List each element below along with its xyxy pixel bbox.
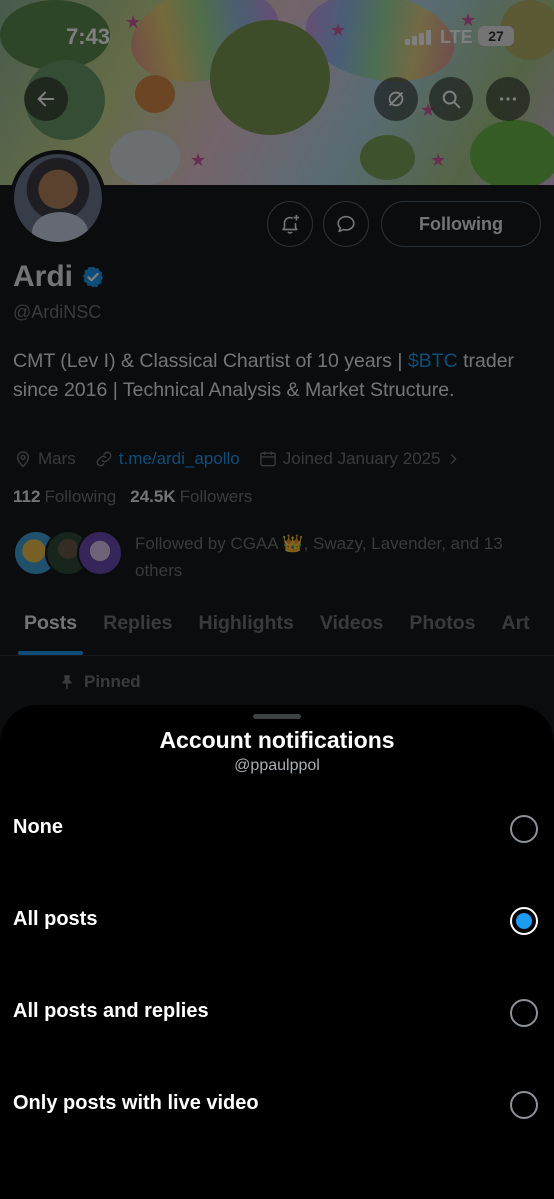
sheet-subtitle: @ppaulppol (234, 757, 320, 774)
option-label: All posts and replies (13, 1000, 209, 1022)
option-none[interactable]: None (0, 788, 554, 868)
option-all-posts[interactable]: All posts (0, 880, 554, 960)
sheet-grabber[interactable] (253, 714, 301, 719)
option-label: All posts (13, 908, 98, 930)
radio-button[interactable] (510, 815, 538, 843)
option-all-posts-and-replies[interactable]: All posts and replies (0, 972, 554, 1052)
option-live-video[interactable]: Only posts with live video (0, 1064, 554, 1144)
sheet-title: Account notifications (159, 727, 395, 753)
radio-button[interactable] (510, 1091, 538, 1119)
option-label: Only posts with live video (13, 1092, 259, 1114)
radio-button-selected[interactable] (510, 907, 538, 935)
account-notifications-sheet: Account notifications @ppaulppol None Al… (0, 705, 554, 1199)
radio-button[interactable] (510, 999, 538, 1027)
option-label: None (13, 816, 63, 838)
